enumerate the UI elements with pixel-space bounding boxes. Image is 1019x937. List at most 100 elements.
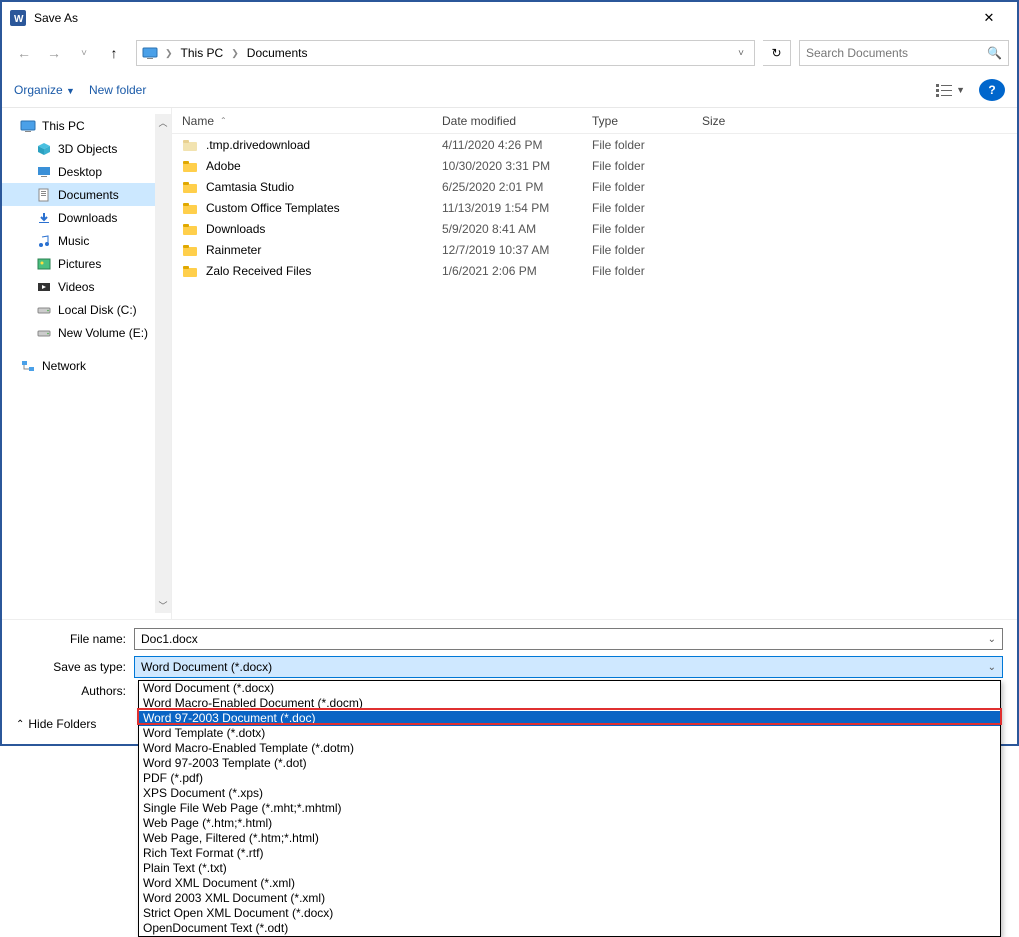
nav-item-videos[interactable]: Videos	[2, 275, 155, 298]
back-button[interactable]: ←	[10, 39, 38, 67]
file-type: File folder	[582, 264, 692, 278]
folder-row[interactable]: Downloads 5/9/2020 8:41 AM File folder	[172, 218, 1017, 239]
file-date: 10/30/2020 3:31 PM	[432, 159, 582, 173]
search-icon: 🔍	[987, 46, 1002, 60]
nav-scrollbar[interactable]: ︿ ﹀	[155, 114, 171, 613]
folder-row[interactable]: Camtasia Studio 6/25/2020 2:01 PM File f…	[172, 176, 1017, 197]
folder-row[interactable]: .tmp.drivedownload 4/11/2020 4:26 PM Fil…	[172, 134, 1017, 155]
nav-item-downloads[interactable]: Downloads	[2, 206, 155, 229]
nav-this-pc[interactable]: This PC	[2, 114, 155, 137]
address-dropdown-icon[interactable]: ˅	[732, 48, 750, 59]
file-name: Custom Office Templates	[206, 201, 340, 215]
chevron-right-icon: ❯	[227, 48, 243, 59]
search-input[interactable]: Search Documents 🔍	[799, 40, 1009, 66]
savetype-option[interactable]: Word XML Document (*.xml)	[139, 876, 1000, 891]
folder-icon	[182, 200, 198, 216]
folder-row[interactable]: Zalo Received Files 1/6/2021 2:06 PM Fil…	[172, 260, 1017, 281]
nav-item-new-volume-e-[interactable]: New Volume (E:)	[2, 321, 155, 344]
breadcrumb-documents[interactable]: Documents	[245, 46, 310, 60]
file-date: 6/25/2020 2:01 PM	[432, 180, 582, 194]
savetype-option[interactable]: XPS Document (*.xps)	[139, 786, 1000, 801]
nav-item-music[interactable]: Music	[2, 229, 155, 252]
folder-icon	[182, 242, 198, 258]
file-type: File folder	[582, 159, 692, 173]
savetype-option[interactable]: Plain Text (*.txt)	[139, 861, 1000, 876]
recent-locations-button[interactable]: ˅	[70, 39, 98, 67]
column-header-name[interactable]: Name ⌃	[172, 114, 432, 128]
organize-button[interactable]: Organize ▼	[14, 83, 75, 97]
desktop-icon	[36, 164, 52, 180]
file-name: Downloads	[206, 222, 265, 236]
filename-label: File name:	[16, 632, 134, 646]
file-name: Rainmeter	[206, 243, 261, 257]
breadcrumb-thispc[interactable]: This PC	[179, 46, 226, 60]
savetype-option[interactable]: Word 97-2003 Document (*.doc)	[139, 711, 1000, 726]
folder-row[interactable]: Custom Office Templates 11/13/2019 1:54 …	[172, 197, 1017, 218]
savetype-option[interactable]: PDF (*.pdf)	[139, 771, 1000, 786]
savetype-option[interactable]: Word Template (*.dotx)	[139, 726, 1000, 741]
nav-item-documents[interactable]: Documents	[2, 183, 155, 206]
file-type: File folder	[582, 243, 692, 257]
refresh-button[interactable]: ↻	[763, 40, 791, 66]
savetype-option[interactable]: OpenDocument Text (*.odt)	[139, 921, 1000, 936]
close-button[interactable]: ✕	[969, 4, 1009, 32]
column-header-type[interactable]: Type	[582, 114, 692, 128]
up-button[interactable]: ↑	[100, 39, 128, 67]
forward-button: →	[40, 39, 68, 67]
downloads-icon	[36, 210, 52, 226]
folder-icon	[182, 221, 198, 237]
documents-icon	[36, 187, 52, 203]
scroll-down-icon[interactable]: ﹀	[155, 597, 171, 613]
folder-row[interactable]: Rainmeter 12/7/2019 10:37 AM File folder	[172, 239, 1017, 260]
authors-label: Authors:	[16, 684, 134, 698]
column-header-size[interactable]: Size	[692, 114, 772, 128]
chevron-up-icon: ⌃	[16, 719, 24, 730]
savetype-option[interactable]: Word 97-2003 Template (*.dot)	[139, 756, 1000, 771]
chevron-right-icon: ❯	[161, 48, 177, 59]
folder-icon	[182, 158, 198, 174]
file-type: File folder	[582, 138, 692, 152]
file-date: 11/13/2019 1:54 PM	[432, 201, 582, 215]
column-header-date[interactable]: Date modified	[432, 114, 582, 128]
folder-icon	[182, 263, 198, 279]
file-date: 4/11/2020 4:26 PM	[432, 138, 582, 152]
savetype-option[interactable]: Single File Web Page (*.mht;*.mhtml)	[139, 801, 1000, 816]
file-type: File folder	[582, 201, 692, 215]
scroll-up-icon[interactable]: ︿	[155, 114, 171, 130]
savetype-option[interactable]: Rich Text Format (*.rtf)	[139, 846, 1000, 861]
view-options-button[interactable]: ▼	[936, 83, 965, 97]
file-type: File folder	[582, 180, 692, 194]
dropdown-icon[interactable]: ⌄	[988, 662, 996, 673]
savetype-select[interactable]: Word Document (*.docx) ⌄	[134, 656, 1003, 678]
savetype-option[interactable]: Web Page (*.htm;*.html)	[139, 816, 1000, 831]
nav-item-desktop[interactable]: Desktop	[2, 160, 155, 183]
nav-item-pictures[interactable]: Pictures	[2, 252, 155, 275]
address-bar[interactable]: ❯ This PC ❯ Documents ˅	[136, 40, 755, 66]
file-date: 1/6/2021 2:06 PM	[432, 264, 582, 278]
new-folder-button[interactable]: New folder	[89, 83, 146, 97]
savetype-option[interactable]: Strict Open XML Document (*.docx)	[139, 906, 1000, 921]
hide-folders-button[interactable]: ⌃ Hide Folders	[16, 717, 96, 731]
word-app-icon: W	[10, 10, 26, 26]
file-date: 5/9/2020 8:41 AM	[432, 222, 582, 236]
savetype-option[interactable]: Web Page, Filtered (*.htm;*.html)	[139, 831, 1000, 846]
nav-network[interactable]: Network	[2, 354, 155, 377]
savetype-label: Save as type:	[16, 660, 134, 674]
folder-icon	[182, 179, 198, 195]
file-name: Camtasia Studio	[206, 180, 294, 194]
savetype-dropdown[interactable]: Word Document (*.docx)Word Macro-Enabled…	[138, 680, 1001, 937]
file-name: .tmp.drivedownload	[206, 138, 310, 152]
savetype-option[interactable]: Word Macro-Enabled Document (*.docm)	[139, 696, 1000, 711]
savetype-option[interactable]: Word Document (*.docx)	[139, 681, 1000, 696]
nav-item-3d-objects[interactable]: 3D Objects	[2, 137, 155, 160]
filename-history-icon[interactable]: ⌄	[988, 634, 996, 645]
savetype-option[interactable]: Word 2003 XML Document (*.xml)	[139, 891, 1000, 906]
file-name: Adobe	[206, 159, 241, 173]
filename-input[interactable]: Doc1.docx ⌄	[134, 628, 1003, 650]
savetype-option[interactable]: Word Macro-Enabled Template (*.dotm)	[139, 741, 1000, 756]
pictures-icon	[36, 256, 52, 272]
search-placeholder: Search Documents	[806, 46, 987, 60]
folder-row[interactable]: Adobe 10/30/2020 3:31 PM File folder	[172, 155, 1017, 176]
help-button[interactable]: ?	[979, 79, 1005, 101]
nav-item-local-disk-c-[interactable]: Local Disk (C:)	[2, 298, 155, 321]
